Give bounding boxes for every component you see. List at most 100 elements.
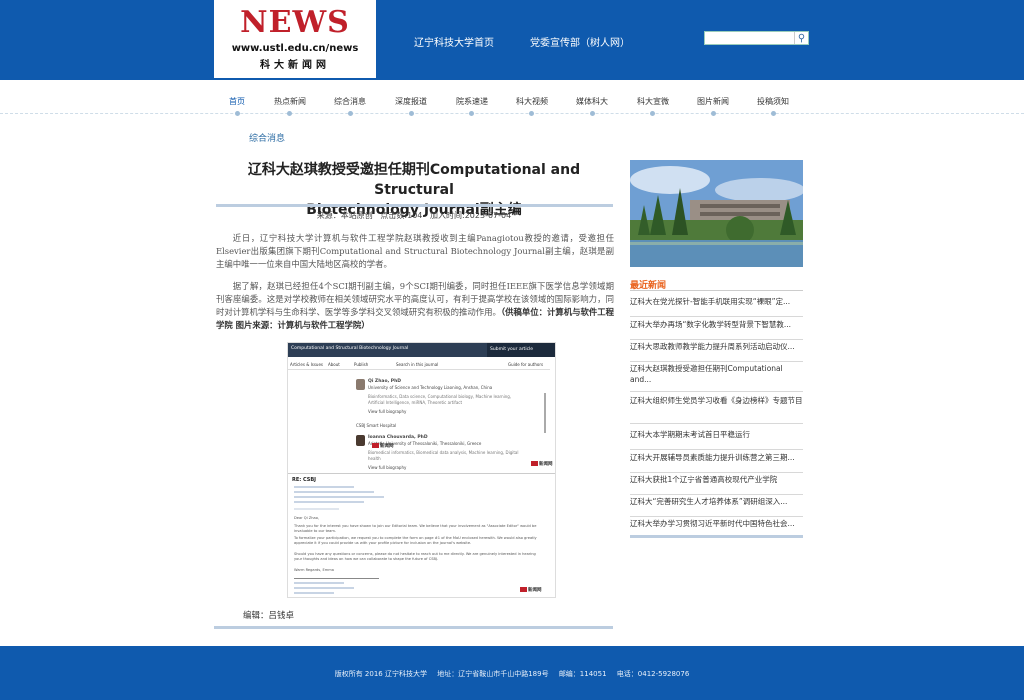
journal-header-bar: Computational and Structural Biotechnolo… [288,343,555,357]
email-signature: Warm Regards, Emma [294,568,334,572]
editor-bio-link: View full biography [368,465,407,470]
nav-dot [469,111,474,116]
campus-photo[interactable] [630,160,803,267]
footer-address: 地址：辽宁省鞍山市千山中路189号 [437,670,549,678]
title-divider [216,204,613,207]
main-nav: 首页 热点新闻 综合消息 深度报道 院系速递 科大视频 媒体科大 科大宣微 图片… [0,80,1024,116]
footer-postcode: 邮编：114051 [558,670,607,678]
watermark: 新闻网 [372,443,394,449]
watermark-logo-icon [372,443,379,448]
nav-dot [409,111,414,116]
breadcrumb[interactable]: 综合消息 [249,131,285,144]
nav-dot [590,111,595,116]
watermark: 新闻网 [520,587,542,593]
sidebar-news-item[interactable]: 辽科大举办学习贯彻习近平新时代中国特色社会... [630,518,803,534]
editor-affiliation: University of Science and Technology Lia… [368,385,493,390]
nav-item-departments[interactable]: 院系速递 [456,96,488,107]
email-screenshot: RE: CSBJ Dear Qi Zhao, Thank you for the… [288,473,555,597]
watermark-text: 新闻网 [539,462,553,467]
nav-item-in-depth[interactable]: 深度报道 [395,96,427,107]
nav-dot [650,111,655,116]
logo-url-text: www.ustl.edu.cn/news [231,43,359,54]
nav-item-hot-news[interactable]: 热点新闻 [274,96,306,107]
logo-site-name: 科大新闻网 [260,60,330,71]
editor-bio-link: View full biography [368,409,407,414]
footer-phone: 电话：0412-5928076 [616,670,690,678]
sidebar-news-item[interactable]: 辽科大在党光探针-智能手机联用实现“裸眼”定... [630,296,803,317]
journal-nav-item: Search in this journal [396,362,439,367]
watermark: 新闻网 [531,461,553,467]
editor-detail: Biomedical informatics, Biomedical data … [368,450,519,461]
sidebar-news-item[interactable]: 辽科大开展辅导员素质能力提升训练营之第三期... [630,452,803,473]
watermark-logo-icon [531,461,538,466]
sidebar-news-item[interactable]: 辽科大赵琪教授受邀担任期刊Computational and... [630,363,803,392]
watermark-logo-icon [520,587,527,592]
email-attachment [294,508,339,510]
sidebar-news-item[interactable]: 辽科大思政教师教学能力提升周系列活动启动仪... [630,341,803,362]
journal-nav-item: Publish [354,362,369,367]
search-box[interactable]: ⚲ [704,31,809,45]
article-meta: 来源：本站原创 点击数:104 加入时间:2023-07-04 [316,211,512,220]
scrollbar [544,393,546,433]
content-divider [214,626,613,629]
nav-item-video[interactable]: 科大视频 [516,96,548,107]
watermark-text: 新闻网 [380,444,394,449]
logo-news-text: NEWS [240,5,350,40]
email-paragraph: Thank you for the interest you have show… [294,524,537,533]
nav-item-wechat[interactable]: 科大宣微 [637,96,669,107]
sidebar-news-item[interactable]: 辽科大本学期期末考试首日平稳运行 [630,429,803,450]
email-footer-line [294,582,344,584]
sidebar-divider [630,290,803,291]
nav-item-photo-news[interactable]: 图片新闻 [697,96,729,107]
journal-name: Computational and Structural Biotechnolo… [291,346,409,351]
email-paragraph: Should you have any questions or concern… [294,552,536,561]
site-logo[interactable]: NEWS www.ustl.edu.cn/news 科大新闻网 [214,0,376,78]
sidebar-news-item[interactable]: 辽科大“完善研究生人才培养体系”调研组深入... [630,496,803,517]
propaganda-dept-link[interactable]: 党委宣传部（树人网） [530,34,630,49]
email-paragraph: To formalize your participation, we requ… [294,536,537,545]
email-greeting: Dear Qi Zhao, [294,516,320,520]
email-footer-line [294,587,354,589]
section-title: CSBJ Smart Hospital [356,423,397,428]
article-paragraph: 据了解，赵琪已经担任4个SCI期刊副主编，9个SCI期刊编委，同时担任IEEE旗… [216,280,614,332]
sidebar-news-item[interactable]: 辽科大获批1个辽宁省普通高校现代产业学院 [630,474,803,495]
sidebar-bottom-rule [630,535,803,538]
email-header-line [294,496,384,498]
editor-entry: Ioanna Chouvarda, PhD Aristotle Universi… [356,435,528,471]
nav-dot [235,111,240,116]
search-icon[interactable]: ⚲ [794,32,808,44]
email-separator [294,578,379,579]
submit-article-label: Submit your article [487,343,555,357]
email-header-line [294,501,364,503]
article-title-line: 辽科大赵琪教授受邀担任期刊Computational and Structura… [247,162,581,198]
journal-nav: Articles & Issues About Publish Search i… [288,360,550,370]
nav-item-home[interactable]: 首页 [229,96,245,107]
nav-item-general-news[interactable]: 综合消息 [334,96,366,107]
site-footer: 版权所有 2016 辽宁科技大学 地址：辽宁省鞍山市千山中路189号 邮编：11… [0,646,1024,700]
nav-dot [711,111,716,116]
editor-entry: Qi Zhao, PhD University of Science and T… [356,379,528,415]
nav-item-media[interactable]: 媒体科大 [576,96,608,107]
footer-copyright: 版权所有 2016 辽宁科技大学 [334,670,427,678]
nav-dot [529,111,534,116]
email-header-line [294,486,354,488]
nav-item-submission[interactable]: 投稿须知 [757,96,789,107]
email-header-line [294,491,374,493]
email-footer-line [294,592,334,594]
editor-detail: Bioinformatics, Data science, Computatio… [368,394,512,405]
nav-dot [287,111,292,116]
university-home-link[interactable]: 辽宁科技大学首页 [414,34,494,49]
editor-byline: 编辑：吕钱卓 [243,611,295,621]
sidebar-news-item[interactable]: 辽科大举办再场“数字化教学转型背景下智慧教... [630,319,803,340]
sidebar-news-item[interactable]: 辽科大组织师生党员学习收看《身边榜样》专题节目 [630,395,803,424]
journal-nav-item: Guide for authors [508,362,544,367]
editor-photo [356,435,365,446]
nav-dot [348,111,353,116]
watermark-text: 新闻网 [528,588,542,593]
article-paragraph: 近日，辽宁科技大学计算机与软件工程学院赵琪教授收到主编Panagiotou教授的… [216,233,614,269]
editor-photo [356,379,365,390]
footer-info: 版权所有 2016 辽宁科技大学 地址：辽宁省鞍山市千山中路189号 邮编：11… [0,669,1024,679]
article-image: Computational and Structural Biotechnolo… [287,342,556,598]
journal-nav-item: Articles & Issues [290,362,324,367]
site-header: NEWS www.ustl.edu.cn/news 科大新闻网 辽宁科技大学首页… [0,0,1024,80]
